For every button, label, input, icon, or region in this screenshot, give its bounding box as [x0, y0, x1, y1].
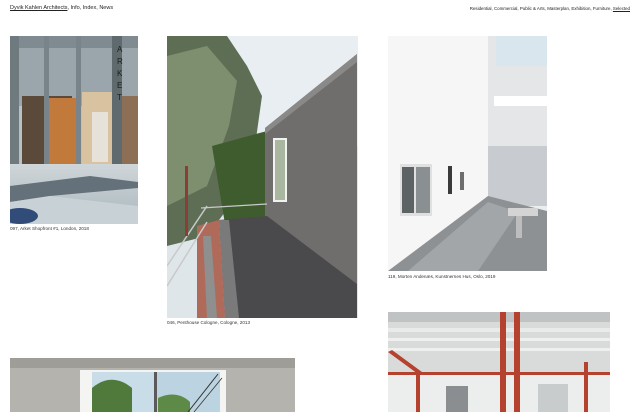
filter-residential[interactable]: Residential	[470, 6, 492, 11]
filter-public-arts[interactable]: Public & Arts	[520, 6, 545, 11]
arket-sign-letter-3: K	[117, 69, 123, 78]
project-thumbnail	[388, 36, 547, 271]
photo-penthouse-terrace	[167, 36, 358, 318]
nav-link-news[interactable]: News	[99, 5, 113, 11]
nav-link-index[interactable]: Index	[83, 5, 96, 11]
page: Dyvik Kahlen Architects, Info, Index, Ne…	[0, 0, 640, 412]
project-card-steel-frame[interactable]	[388, 312, 610, 412]
project-thumbnail	[167, 36, 358, 318]
project-card-penthouse-cologne[interactable]: 046, Penthouse Cologne, Cologne, 2013	[167, 36, 358, 332]
photo-concrete-opening	[10, 358, 295, 412]
filter-exhibition[interactable]: Exhibition	[571, 6, 590, 11]
nav-link-info[interactable]: Info	[71, 5, 80, 11]
photo-arket-storefront: A R K E T	[10, 36, 138, 224]
filter-furniture[interactable]: Furniture	[593, 6, 611, 11]
project-card-concrete-opening[interactable]	[10, 358, 295, 412]
project-caption: 046, Penthouse Cologne, Cologne, 2013	[167, 320, 251, 325]
arket-sign-letter-5: T	[117, 93, 122, 102]
filter-commercial[interactable]: Commercial	[494, 6, 517, 11]
project-card-kunstnernes-hus[interactable]: 119, Morten Andenæs, Kunstnernes Hus, Os…	[388, 36, 547, 286]
filter-masterplan[interactable]: Masterplan	[547, 6, 569, 11]
photo-gallery-interior	[388, 36, 547, 271]
photo-steel-frame-interior	[388, 312, 610, 412]
project-thumbnail	[388, 312, 610, 412]
project-thumbnail: A R K E T	[10, 36, 138, 224]
category-filters: Residential, Commercial, Public & Arts, …	[470, 5, 630, 12]
project-card-arket-shopfront[interactable]: A R K E T 097, Arket Shopfront #1, Londo…	[10, 36, 138, 236]
arket-sign-letter-4: E	[117, 81, 122, 90]
filter-selected[interactable]: Selected	[613, 6, 630, 11]
project-caption: 097, Arket Shopfront #1, London, 2018	[10, 226, 89, 231]
arket-sign-letter-1: A	[117, 45, 123, 54]
project-thumbnail	[10, 358, 295, 412]
brand-link[interactable]: Dyvik Kahlen Architects	[10, 5, 67, 11]
project-caption: 119, Morten Andenæs, Kunstnernes Hus, Os…	[388, 274, 496, 279]
top-navigation: Dyvik Kahlen Architects, Info, Index, Ne…	[10, 4, 113, 12]
arket-sign-letter-2: R	[117, 57, 123, 66]
